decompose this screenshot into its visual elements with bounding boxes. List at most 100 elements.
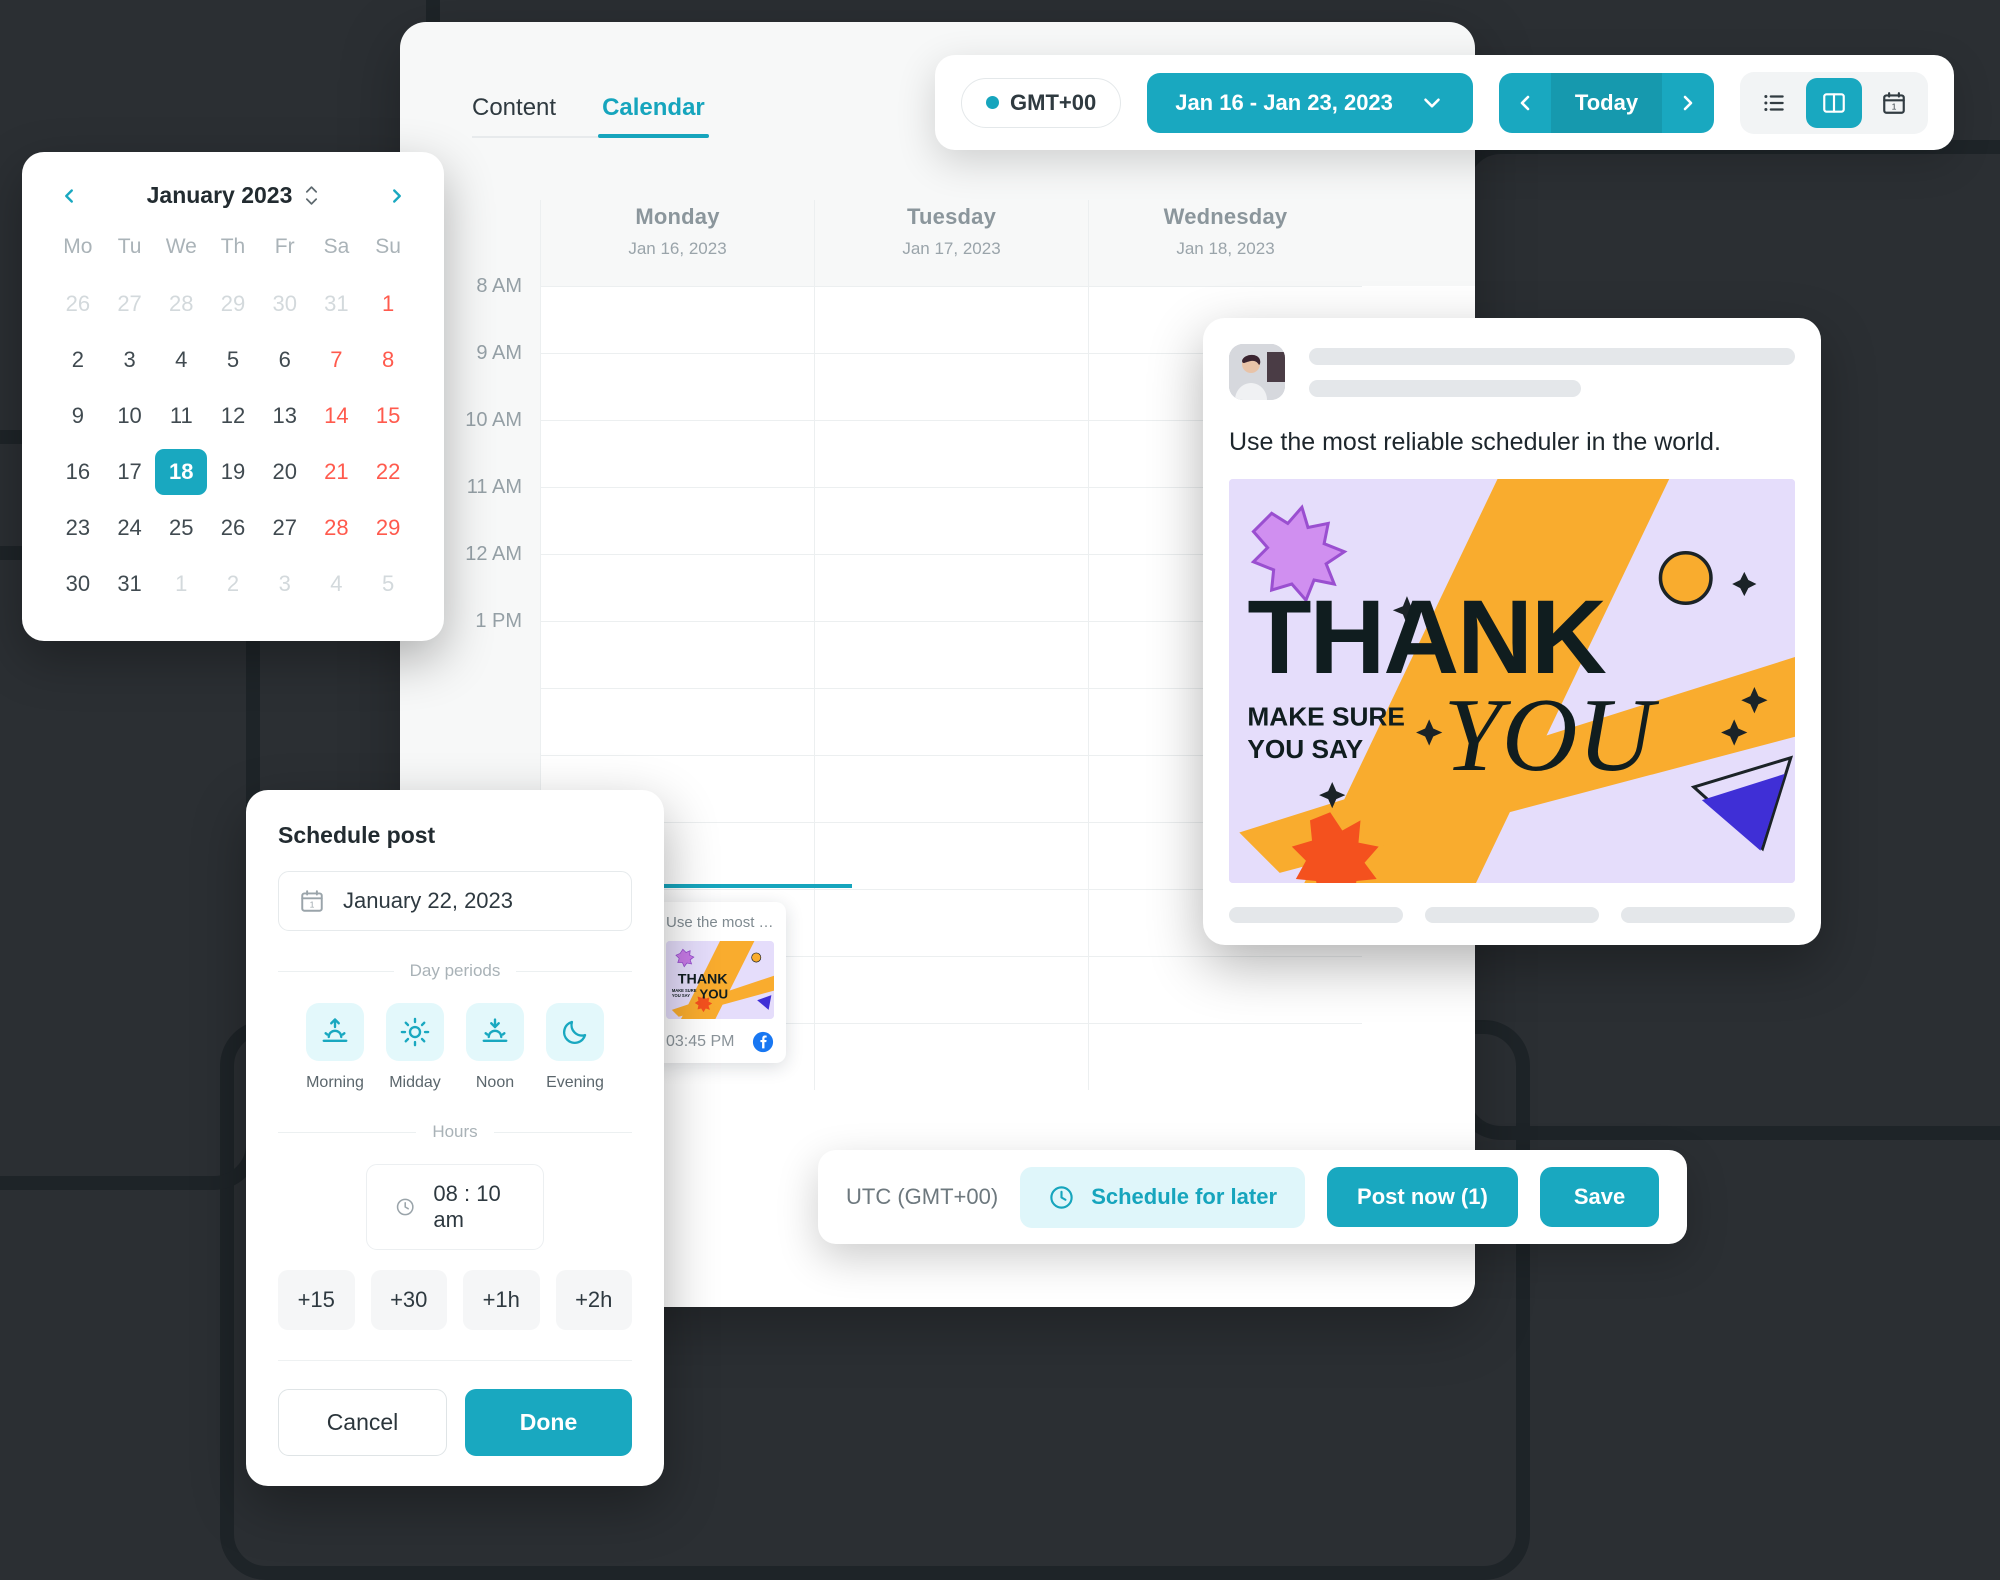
slot-tue-12am[interactable] bbox=[814, 554, 1088, 621]
day-cell[interactable]: 1 bbox=[362, 281, 414, 327]
schedule-for-later-button[interactable]: Schedule for later bbox=[1020, 1166, 1306, 1228]
view-day-button[interactable]: 1 bbox=[1866, 78, 1922, 128]
quick-add-30[interactable]: +30 bbox=[370, 1270, 447, 1330]
prev-period-button[interactable] bbox=[1499, 73, 1551, 133]
day-cell[interactable]: 2 bbox=[52, 337, 104, 383]
slot-tue-extra6[interactable] bbox=[814, 1023, 1088, 1090]
day-cell[interactable]: 27 bbox=[259, 505, 311, 551]
day-cell[interactable]: 31 bbox=[104, 561, 156, 607]
event-title: Use the most rel... bbox=[666, 914, 774, 931]
day-cell[interactable]: 6 bbox=[259, 337, 311, 383]
thankyou-artwork-small: THANK YOU MAKE SURE YOU SAY bbox=[666, 941, 774, 1019]
slot-tue-9am[interactable] bbox=[814, 353, 1088, 420]
day-cell[interactable]: 14 bbox=[311, 393, 363, 439]
slot-tue-extra5[interactable] bbox=[814, 956, 1088, 1023]
columns-icon bbox=[1823, 92, 1845, 113]
time-input-value: 08 : 10 am bbox=[433, 1181, 501, 1232]
slot-tue-extra3[interactable] bbox=[814, 822, 1088, 889]
day-cell[interactable]: 30 bbox=[52, 561, 104, 607]
tab-calendar[interactable]: Calendar bbox=[598, 94, 709, 138]
quick-add-15[interactable]: +15 bbox=[278, 1270, 355, 1330]
calendar-icon: 1 bbox=[301, 890, 323, 912]
slot-tue-extra4[interactable] bbox=[814, 889, 1088, 956]
day-cell[interactable]: 9 bbox=[52, 393, 104, 439]
clock-icon bbox=[396, 1198, 414, 1216]
time-drag-indicator[interactable] bbox=[627, 877, 852, 895]
time-input-field[interactable]: 08 : 10 am bbox=[366, 1164, 544, 1250]
slot-tue-10am[interactable] bbox=[814, 420, 1088, 487]
save-button[interactable]: Save bbox=[1539, 1167, 1660, 1227]
quick-add-1h[interactable]: +1h bbox=[463, 1270, 540, 1330]
slot-tue-extra1[interactable] bbox=[814, 688, 1088, 755]
day-cell: 31 bbox=[324, 291, 349, 316]
slot-mon-extra1[interactable] bbox=[540, 688, 814, 755]
day-cell[interactable]: 7 bbox=[311, 337, 363, 383]
slot-mon-9am[interactable] bbox=[540, 353, 814, 420]
day-cell[interactable]: 17 bbox=[104, 449, 156, 495]
slot-tue-1pm[interactable] bbox=[814, 621, 1088, 688]
day-cell[interactable]: 25 bbox=[155, 505, 207, 551]
slot-mon-11am[interactable] bbox=[540, 487, 814, 554]
moon-icon bbox=[562, 1020, 587, 1045]
day-cell[interactable]: 23 bbox=[52, 505, 104, 551]
period-midday[interactable]: Midday bbox=[386, 1003, 444, 1092]
day-date: Jan 18, 2023 bbox=[1176, 239, 1275, 258]
post-preview-footer bbox=[1229, 907, 1795, 923]
tab-content[interactable]: Content bbox=[472, 94, 556, 122]
calendar-toolbar: GMT+00 Jan 16 - Jan 23, 2023 Today 1 bbox=[935, 55, 1955, 150]
post-now-button[interactable]: Post now (1) bbox=[1327, 1167, 1518, 1227]
chevron-down-icon bbox=[306, 198, 318, 205]
quick-add-2h[interactable]: +2h bbox=[555, 1270, 632, 1330]
day-cell[interactable]: 11 bbox=[155, 393, 207, 439]
day-cell[interactable]: 21 bbox=[311, 449, 363, 495]
day-periods-group: Morning Midday Noon Evening bbox=[278, 1003, 632, 1092]
day-cell[interactable]: 26 bbox=[207, 505, 259, 551]
slot-mon-12am[interactable] bbox=[540, 554, 814, 621]
done-button[interactable]: Done bbox=[465, 1389, 632, 1456]
stepper-updown-icon[interactable] bbox=[304, 185, 319, 206]
period-noon[interactable]: Noon bbox=[466, 1003, 524, 1092]
today-button[interactable]: Today bbox=[1550, 72, 1663, 133]
day-cell[interactable]: 22 bbox=[362, 449, 414, 495]
datepicker-prev-button[interactable] bbox=[58, 185, 80, 207]
day-cell[interactable]: 28 bbox=[311, 505, 363, 551]
period-morning[interactable]: Morning bbox=[306, 1003, 364, 1092]
slot-mon-10am[interactable] bbox=[540, 420, 814, 487]
slot-tue-8am[interactable] bbox=[814, 286, 1088, 353]
next-period-button[interactable] bbox=[1662, 73, 1714, 133]
slot-wed-extra6[interactable] bbox=[1088, 1023, 1362, 1090]
event-footer: 03:45 PM bbox=[666, 1031, 774, 1053]
date-range-button[interactable]: Jan 16 - Jan 23, 2023 bbox=[1147, 72, 1473, 133]
weekday-header: Th bbox=[220, 235, 246, 258]
day-cell[interactable]: 16 bbox=[52, 449, 104, 495]
day-cell[interactable]: 10 bbox=[104, 393, 156, 439]
day-cell[interactable]: 24 bbox=[104, 505, 156, 551]
day-cell[interactable]: 13 bbox=[259, 393, 311, 439]
period-evening[interactable]: Evening bbox=[546, 1003, 604, 1092]
day-cell[interactable]: 12 bbox=[207, 393, 259, 439]
view-list-button[interactable] bbox=[1746, 78, 1802, 128]
slot-wed-extra5[interactable] bbox=[1088, 956, 1362, 1023]
day-cell[interactable]: 29 bbox=[362, 505, 414, 551]
slot-tue-11am[interactable] bbox=[814, 487, 1088, 554]
timezone-pill[interactable]: GMT+00 bbox=[961, 77, 1122, 128]
day-cell[interactable]: 5 bbox=[207, 337, 259, 383]
slot-tue-extra2[interactable] bbox=[814, 755, 1088, 822]
svg-text:THANK: THANK bbox=[678, 972, 728, 988]
day-cell[interactable]: 18 bbox=[155, 449, 208, 495]
cancel-button[interactable]: Cancel bbox=[278, 1389, 447, 1456]
day-cell[interactable]: 20 bbox=[259, 449, 311, 495]
datepicker-title-group[interactable]: January 2023 bbox=[147, 182, 320, 209]
day-cell[interactable]: 8 bbox=[362, 337, 414, 383]
datepicker-next-button[interactable] bbox=[386, 185, 408, 207]
slot-mon-8am[interactable] bbox=[540, 286, 814, 353]
view-columns-button[interactable] bbox=[1806, 77, 1863, 128]
day-cell[interactable]: 19 bbox=[207, 449, 259, 495]
day-cell[interactable]: 15 bbox=[362, 393, 414, 439]
slot-mon-1pm[interactable] bbox=[540, 621, 814, 688]
calendar-event-chip[interactable]: Use the most rel... THANK YOU bbox=[654, 902, 786, 1063]
day-cell[interactable]: 3 bbox=[104, 337, 156, 383]
footer-skeleton-2 bbox=[1425, 907, 1599, 923]
day-cell[interactable]: 4 bbox=[155, 337, 207, 383]
schedule-date-field[interactable]: 1 January 22, 2023 bbox=[278, 871, 632, 931]
